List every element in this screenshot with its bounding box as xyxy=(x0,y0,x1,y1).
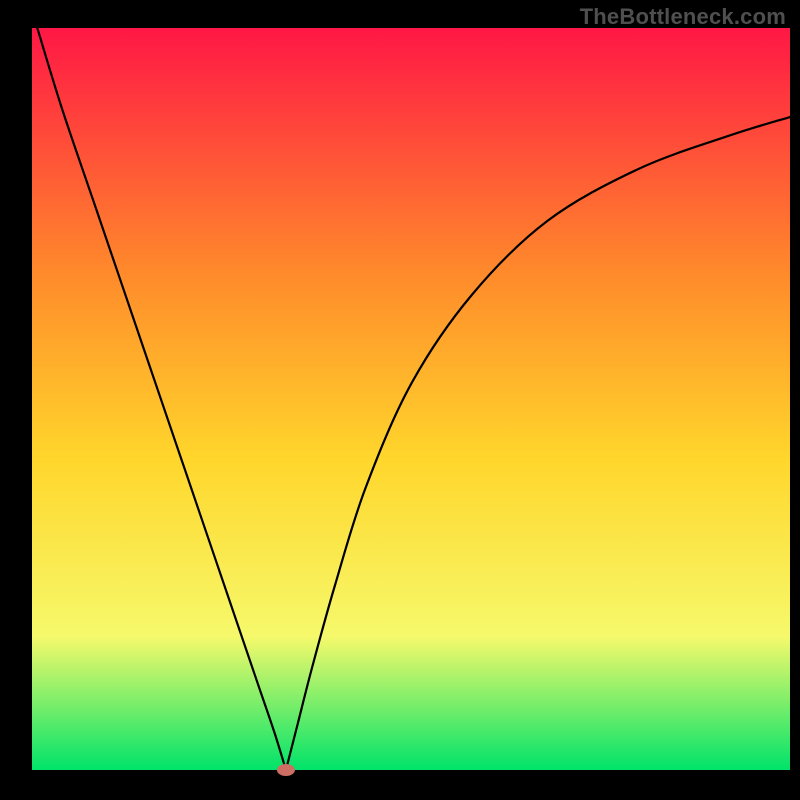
watermark-text: TheBottleneck.com xyxy=(580,4,786,30)
bottleneck-chart xyxy=(0,0,800,800)
chart-frame: TheBottleneck.com xyxy=(0,0,800,800)
chart-background xyxy=(32,28,790,770)
minimum-marker xyxy=(277,764,295,776)
